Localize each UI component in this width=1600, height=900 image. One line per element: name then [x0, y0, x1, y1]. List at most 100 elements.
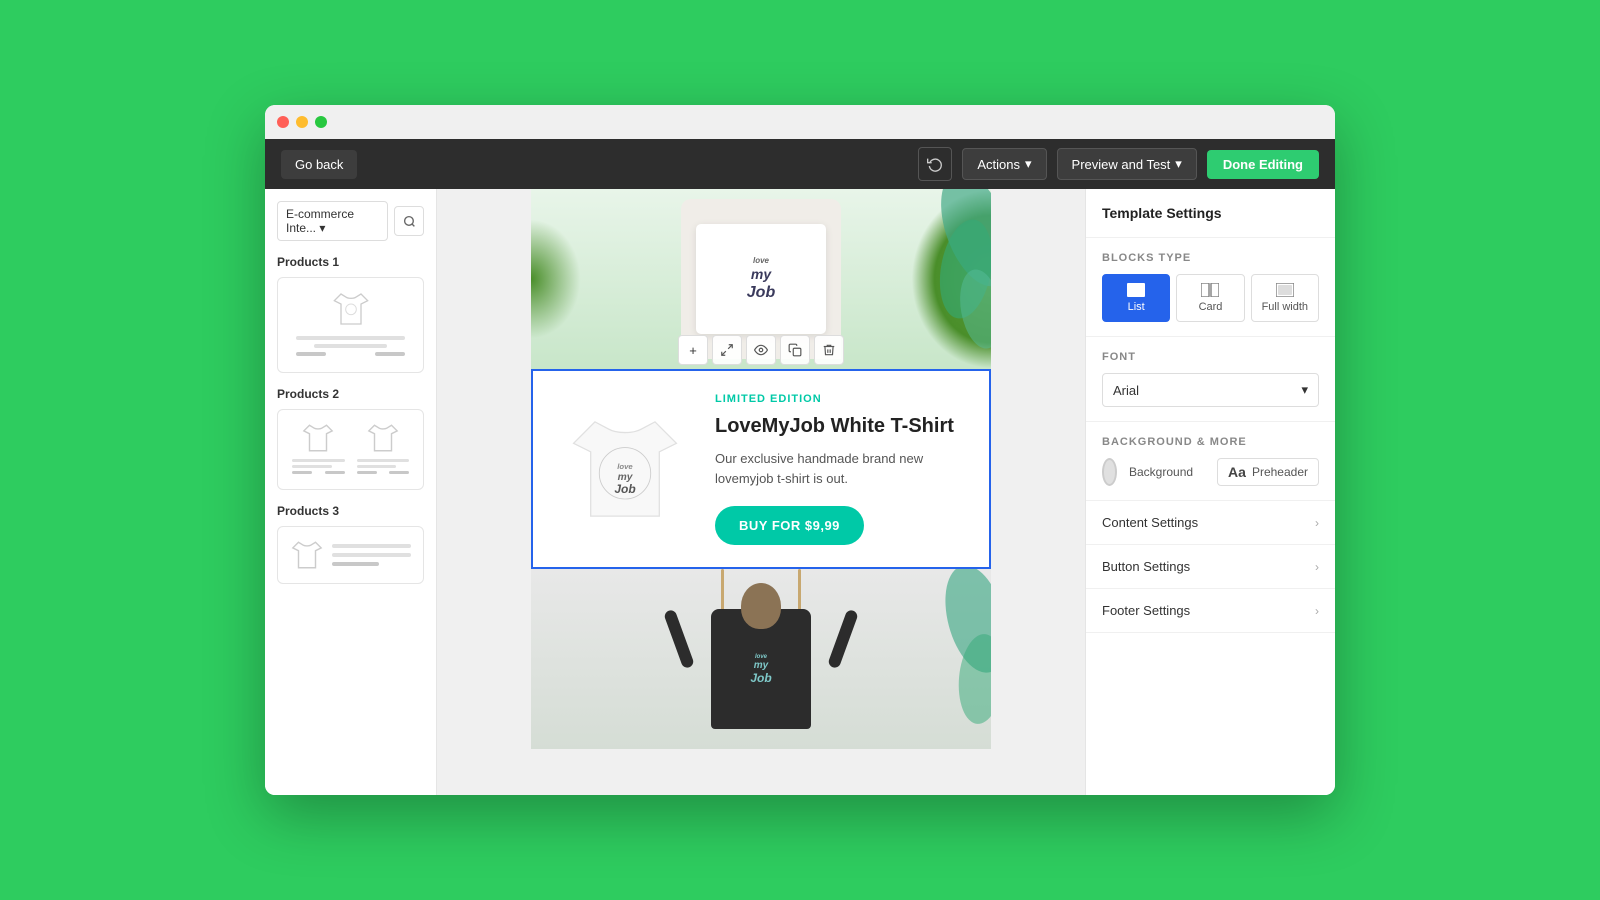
bottom-leaf-svg: [901, 569, 991, 749]
browser-window: Go back Actions ▾ Preview and Test ▾ Don…: [265, 105, 1335, 795]
footer-settings-section[interactable]: Footer Settings ›: [1086, 589, 1335, 633]
font-value: Arial: [1113, 383, 1139, 398]
p2-item-1: [290, 422, 347, 477]
toolbar: Go back Actions ▾ Preview and Test ▾ Don…: [265, 139, 1335, 189]
blocks-type-row: List Card Full width: [1102, 274, 1319, 322]
p1-price-left: [296, 352, 326, 356]
p2-price-row-1: [292, 471, 345, 474]
leaf-svg: [891, 189, 991, 369]
hide-block-button[interactable]: [746, 335, 776, 365]
p3-line-2: [332, 553, 411, 557]
background-color-picker[interactable]: [1102, 458, 1117, 486]
titlebar: [265, 105, 1335, 139]
footer-settings-chevron: ›: [1315, 604, 1319, 618]
preview-chevron: ▾: [1175, 156, 1182, 172]
background-label: BACKGROUND & MORE: [1102, 436, 1319, 448]
button-settings-label: Button Settings: [1102, 559, 1190, 574]
font-chevron: ▾: [1301, 382, 1308, 398]
p2-tshirt-2-icon: [366, 422, 400, 454]
p2-line-2: [292, 465, 332, 468]
product-block[interactable]: love my Job LIMITED EDITION LoveMyJob Wh…: [531, 369, 991, 569]
button-settings-chevron: ›: [1315, 560, 1319, 574]
block-type-list-button[interactable]: List: [1102, 274, 1170, 322]
block-toolbar: +: [678, 335, 844, 365]
p1-line-1: [296, 336, 405, 340]
left-panel: E-commerce Inte... ▾ Products 1: [265, 189, 437, 795]
history-button[interactable]: [918, 147, 952, 181]
actions-button[interactable]: Actions ▾: [962, 148, 1046, 180]
font-section: FONT Arial ▾: [1086, 337, 1335, 422]
preheader-label: Preheader: [1252, 465, 1308, 479]
block-type-list-label: List: [1128, 301, 1145, 313]
add-block-button[interactable]: +: [678, 335, 708, 365]
content-settings-chevron: ›: [1315, 516, 1319, 530]
content-settings-section[interactable]: Content Settings ›: [1086, 501, 1335, 545]
p2-price-2b: [389, 471, 409, 474]
p3-line-1: [332, 544, 411, 548]
left-panel-header: E-commerce Inte... ▾: [277, 201, 424, 241]
background-section: BACKGROUND & MORE Background Aa Preheade…: [1086, 422, 1335, 501]
p3-tshirt-icon: [290, 539, 324, 571]
search-button[interactable]: [394, 206, 424, 236]
add-icon: +: [689, 343, 697, 358]
email-content-wrapper: love my Job: [531, 189, 991, 795]
actions-chevron: ▾: [1025, 156, 1032, 172]
actions-label: Actions: [977, 157, 1020, 172]
p2-line-3: [357, 459, 410, 462]
background-text: Background: [1129, 465, 1193, 479]
email-footer-image: love my Job: [531, 569, 991, 749]
p2-item-2: [355, 422, 412, 477]
right-panel: Template Settings BLOCKS TYPE List: [1085, 189, 1335, 795]
content-settings-label: Content Settings: [1102, 515, 1198, 530]
delete-block-button[interactable]: [814, 335, 844, 365]
center-panel: love my Job: [437, 189, 1085, 795]
svg-text:love: love: [617, 462, 633, 471]
product-image-area: love my Job: [555, 393, 695, 545]
products-1-tshirt-icon: [331, 290, 371, 328]
main-area: E-commerce Inte... ▾ Products 1: [265, 189, 1335, 795]
ecommerce-dropdown[interactable]: E-commerce Inte... ▾: [277, 201, 388, 241]
products-2-card[interactable]: [277, 409, 424, 490]
card-layout-icon: [1201, 283, 1219, 297]
font-dropdown[interactable]: Arial ▾: [1102, 373, 1319, 407]
blocks-type-section: BLOCKS TYPE List: [1086, 238, 1335, 337]
p3-lines: [332, 544, 411, 566]
product-tshirt-image: love my Job: [565, 404, 685, 534]
p2-line-4: [357, 465, 397, 468]
products-1-label: Products 1: [277, 255, 424, 269]
block-container: +: [531, 369, 991, 569]
dot-yellow[interactable]: [296, 116, 308, 128]
block-type-card-button[interactable]: Card: [1176, 274, 1244, 322]
p2-price-2a: [357, 471, 377, 474]
p2-tshirt-1-icon: [301, 422, 335, 454]
dot-red[interactable]: [277, 116, 289, 128]
product-name: LoveMyJob White T-Shirt: [715, 413, 967, 439]
products-2-group: Products 2: [277, 387, 424, 490]
p2-line-1: [292, 459, 345, 462]
done-editing-button[interactable]: Done Editing: [1207, 150, 1319, 179]
button-settings-section[interactable]: Button Settings ›: [1086, 545, 1335, 589]
products-1-card[interactable]: [277, 277, 424, 373]
copy-block-button[interactable]: [780, 335, 810, 365]
block-type-fullwidth-button[interactable]: Full width: [1251, 274, 1319, 322]
email-preview-container: love my Job: [437, 189, 1085, 795]
go-back-button[interactable]: Go back: [281, 150, 357, 179]
font-label: FONT: [1102, 351, 1319, 363]
products-3-card[interactable]: [277, 526, 424, 584]
p2-grid: [290, 422, 411, 477]
svg-text:Job: Job: [614, 482, 635, 496]
footer-settings-label: Footer Settings: [1102, 603, 1190, 618]
buy-button[interactable]: BUY FOR $9,99: [715, 506, 864, 545]
preview-button[interactable]: Preview and Test ▾: [1057, 148, 1197, 180]
p2-price-1b: [325, 471, 345, 474]
blocks-type-label: BLOCKS TYPE: [1102, 252, 1319, 264]
products-2-label: Products 2: [277, 387, 424, 401]
resize-block-button[interactable]: [712, 335, 742, 365]
p3-row: [290, 539, 411, 571]
product-info: LIMITED EDITION LoveMyJob White T-Shirt …: [715, 393, 967, 545]
p2-price-1a: [292, 471, 312, 474]
preheader-button[interactable]: Aa Preheader: [1217, 458, 1319, 486]
p1-line-2: [314, 344, 387, 348]
preview-label: Preview and Test: [1072, 157, 1171, 172]
dot-green-window[interactable]: [315, 116, 327, 128]
